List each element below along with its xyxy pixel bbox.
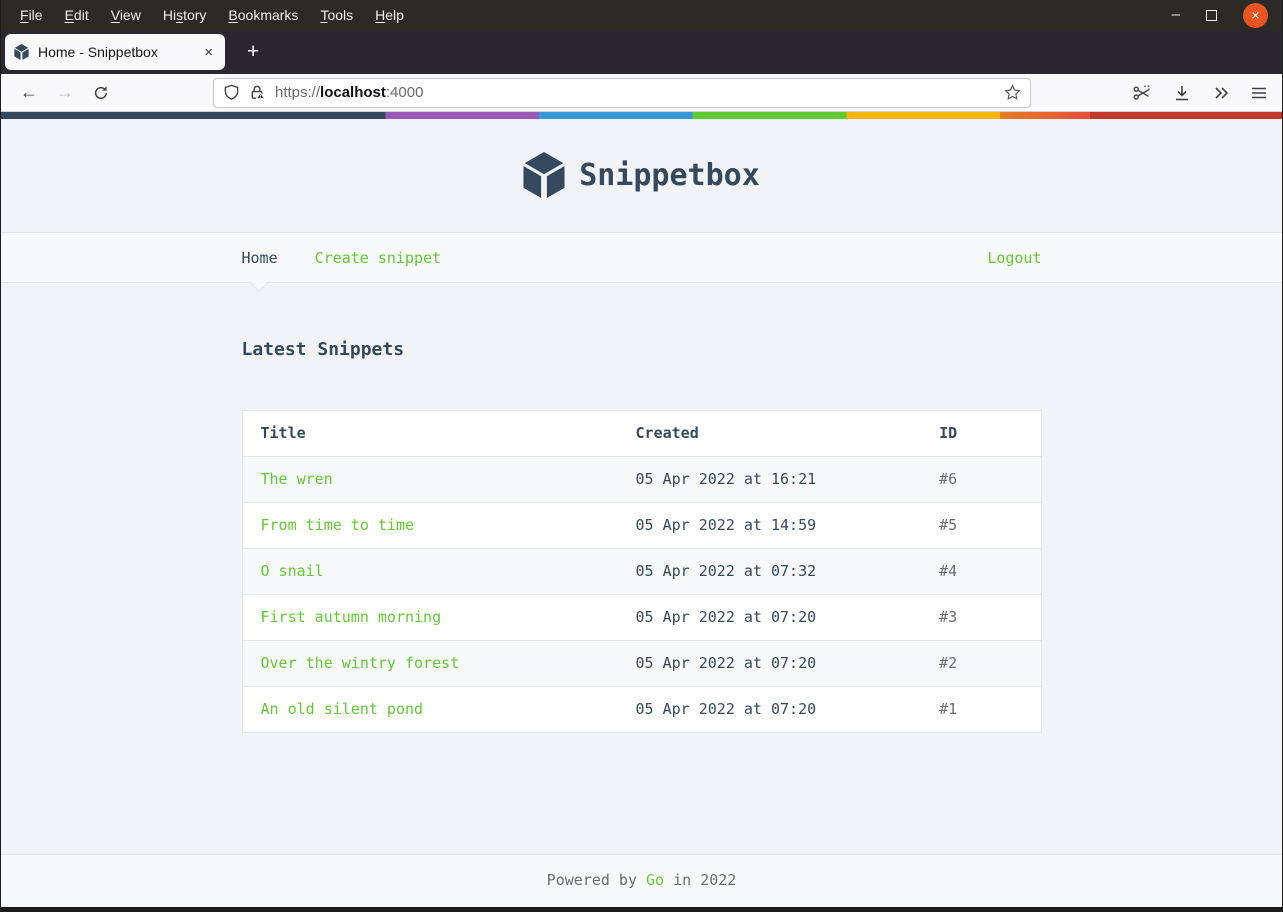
browser-window: File Edit View History Bookmarks Tools H… <box>0 0 1283 912</box>
snippet-id: #6 <box>939 470 958 488</box>
menu-view[interactable]: View <box>100 3 152 27</box>
table-row: From time to time 05 Apr 2022 at 14:59 #… <box>242 503 1041 549</box>
close-window-button[interactable]: × <box>1243 2 1268 28</box>
table-header-row: Title Created ID <box>242 411 1041 457</box>
snippets-table: Title Created ID The wren 05 Apr 2022 at… <box>241 410 1042 733</box>
tracking-shield-icon[interactable] <box>223 84 240 101</box>
url-port: :4000 <box>385 84 424 101</box>
maximize-button[interactable] <box>1206 9 1217 21</box>
menu-label-post: elp <box>385 7 404 23</box>
insecure-lock-icon[interactable] <box>249 84 266 101</box>
menu-help[interactable]: Help <box>364 3 415 27</box>
snippet-id: #1 <box>939 700 958 718</box>
back-icon[interactable]: ← <box>15 79 43 107</box>
url-host: localhost <box>320 84 386 101</box>
menu-label-post: iew <box>119 7 141 23</box>
menu-label-key: F <box>20 7 29 23</box>
downloads-icon[interactable] <box>1172 83 1192 103</box>
menu-label-post: ookmarks <box>237 7 299 23</box>
menu-file[interactable]: File <box>9 3 54 27</box>
snippet-created: 05 Apr 2022 at 16:21 <box>635 470 817 488</box>
snippet-created: 05 Apr 2022 at 14:59 <box>635 516 817 534</box>
snippet-link[interactable]: Over the wintry forest <box>261 654 460 672</box>
minimize-button[interactable]: – <box>1172 7 1180 22</box>
footer-text-suffix: in 2022 <box>664 871 737 889</box>
table-row: Over the wintry forest 05 Apr 2022 at 07… <box>242 640 1041 687</box>
url-text[interactable]: https://localhost:4000 <box>275 84 995 101</box>
table-row: The wren 05 Apr 2022 at 16:21 #6 <box>242 456 1041 503</box>
favicon-box-icon <box>14 44 29 60</box>
snippet-link[interactable]: The wren <box>261 470 333 488</box>
tab-bar: Home - Snippetbox × + <box>1 30 1282 74</box>
snippet-created: 05 Apr 2022 at 07:20 <box>635 700 817 718</box>
snippet-id: #3 <box>939 608 958 626</box>
column-header-title: Title <box>260 424 306 442</box>
go-link[interactable]: Go <box>646 871 664 889</box>
table-row: O snail 05 Apr 2022 at 07:32 #4 <box>242 548 1041 595</box>
column-header-created: Created <box>635 424 699 442</box>
snippet-id: #4 <box>939 562 958 580</box>
forward-icon[interactable]: → <box>51 79 79 107</box>
menu-bookmarks[interactable]: Bookmarks <box>217 3 309 27</box>
snippet-created: 05 Apr 2022 at 07:32 <box>635 562 817 580</box>
footer-text-prefix: Powered by <box>546 871 647 889</box>
nav-home-label: Home <box>241 249 278 267</box>
toolbar-right-icons <box>1132 83 1268 103</box>
hamburger-menu-icon[interactable] <box>1250 84 1268 102</box>
nav-link-home[interactable]: Home <box>241 249 278 292</box>
menu-edit[interactable]: Edit <box>54 3 100 27</box>
page-title: Latest Snippets <box>241 339 405 360</box>
brand-title: Snippetbox <box>579 157 760 193</box>
menu-label-key: B <box>228 7 238 23</box>
snippet-link[interactable]: An old silent pond <box>261 700 424 718</box>
bookmark-star-icon[interactable] <box>1004 84 1021 101</box>
snippet-link[interactable]: O snail <box>261 562 324 580</box>
menu-label-key: s <box>176 7 184 23</box>
snippet-link[interactable]: From time to time <box>261 516 415 534</box>
url-scheme: https:// <box>275 84 321 101</box>
menu-label-post: dit <box>73 7 89 23</box>
logout-button[interactable]: Logout <box>987 249 1041 267</box>
snippet-id: #5 <box>939 516 958 534</box>
tab-home-snippetbox[interactable]: Home - Snippetbox × <box>5 34 225 70</box>
tab-title: Home - Snippetbox <box>38 44 158 60</box>
site-nav: Home Create snippet Logout <box>1 232 1282 292</box>
menu-label-post: ools <box>327 7 354 23</box>
rainbow-gradient-bar <box>1 112 1282 119</box>
menu-label-post: ile <box>28 7 43 23</box>
nav-button-group: ← → <box>15 79 115 107</box>
snippet-id: #2 <box>939 654 958 672</box>
url-bar[interactable]: https://localhost:4000 <box>213 77 1031 108</box>
menu-label-key: E <box>64 7 74 23</box>
navigation-toolbar: ← → https://localhost:4000 <box>1 74 1282 112</box>
menu-label-key: H <box>375 7 386 23</box>
menu-label-post: tory <box>183 7 207 23</box>
tab-close-icon[interactable]: × <box>201 44 216 61</box>
table-row: An old silent pond 05 Apr 2022 at 07:20 … <box>242 687 1041 733</box>
window-controls: – × <box>1172 2 1274 28</box>
site-footer: Powered by Go in 2022 <box>1 854 1282 907</box>
nav-left-links: Home Create snippet <box>241 249 441 292</box>
reload-icon[interactable] <box>87 79 115 107</box>
menu-group: File Edit View History Bookmarks Tools H… <box>9 3 415 27</box>
menu-label-pre: Hi <box>162 7 177 23</box>
menu-label-key: V <box>110 7 120 23</box>
snippet-created: 05 Apr 2022 at 07:20 <box>635 654 817 672</box>
snippet-created: 05 Apr 2022 at 07:20 <box>635 608 817 626</box>
new-tab-button[interactable]: + <box>241 40 265 64</box>
brand-link[interactable]: Snippetbox <box>523 152 760 198</box>
screenshot-scissors-icon[interactable] <box>1132 83 1152 103</box>
main-content: Latest Snippets Title Created ID The wre… <box>241 283 1042 854</box>
overflow-chevrons-icon[interactable] <box>1212 84 1230 102</box>
nav-link-create-snippet[interactable]: Create snippet <box>315 249 441 267</box>
window-menubar: File Edit View History Bookmarks Tools H… <box>1 0 1282 30</box>
menu-tools[interactable]: Tools <box>309 3 364 27</box>
column-header-id: ID <box>939 424 958 442</box>
page-viewport: Snippetbox Home Create snippet Logout La… <box>1 112 1282 907</box>
snippet-link[interactable]: First autumn morning <box>261 608 442 626</box>
snippetbox-logo-icon <box>523 152 565 198</box>
menu-history[interactable]: History <box>152 3 218 27</box>
site-header: Snippetbox <box>1 119 1282 232</box>
table-row: First autumn morning 05 Apr 2022 at 07:2… <box>242 595 1041 641</box>
